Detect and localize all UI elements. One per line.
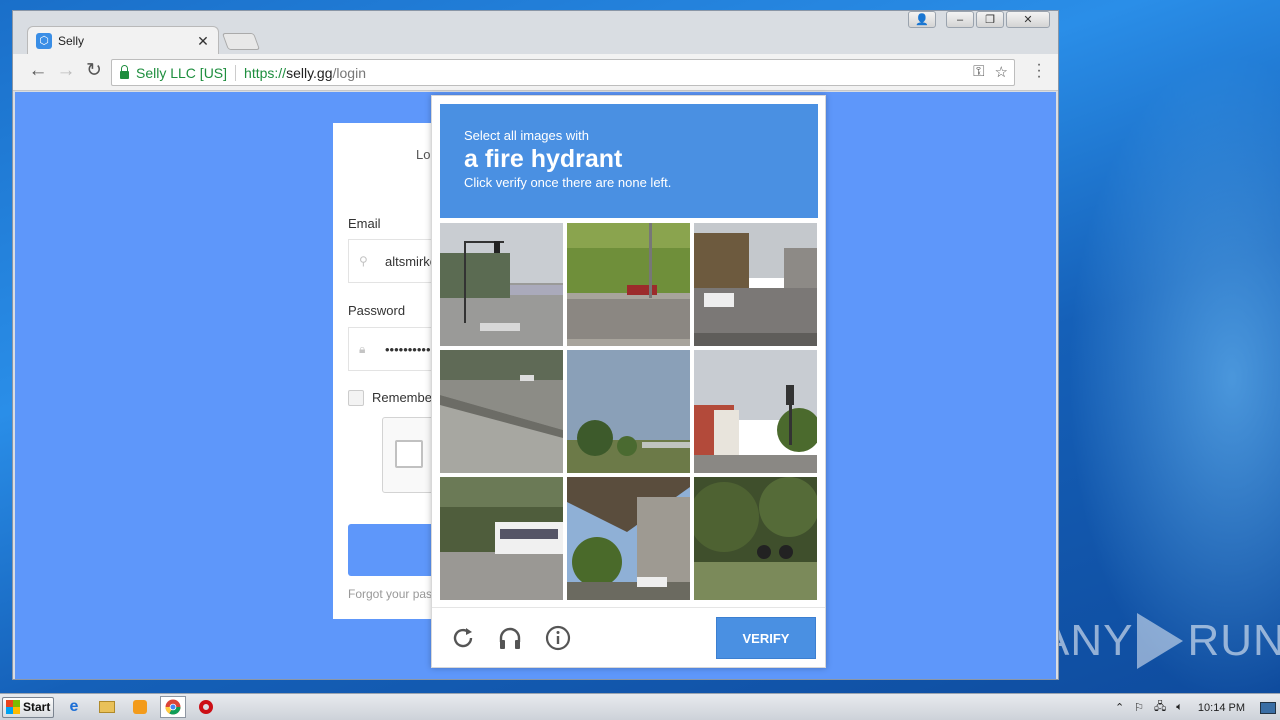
network-icon[interactable]: 🖧 [1154,698,1166,717]
back-arrow-icon[interactable]: ← [25,59,51,85]
tab-close-icon[interactable]: ✕ [196,33,210,50]
restore-button[interactable]: ❐ [976,11,1004,28]
tab-strip: ⬡ Selly ✕ 👤 – ❐ ✕ [13,11,1058,55]
tab-title: Selly [58,34,85,48]
image-tile-5[interactable] [567,350,690,473]
user-icon: ⚲ [359,254,368,268]
new-tab-button[interactable] [221,33,261,50]
password-value: •••••••••• [385,341,431,357]
omnibox-actions: ⚿ ☆ [973,63,1008,81]
challenge-prompt: Select all images with a fire hydrant Cl… [440,104,818,218]
info-icon[interactable] [544,624,572,652]
windows-logo-icon [6,700,20,714]
image-tile-6[interactable] [694,350,817,473]
lock-icon [120,64,129,79]
watermark-right: RUN [1187,616,1280,665]
url-scheme: https:// [244,64,287,81]
address-bar[interactable]: Selly LLC [US] https:// selly.gg /login … [111,59,1015,86]
desktop-wallpaper [1040,0,1280,690]
opera-icon[interactable] [193,696,219,718]
captcha-checkbox[interactable] [395,440,423,468]
window-controls: 👤 – ❐ ✕ [908,11,1050,28]
image-tile-8[interactable] [567,477,690,600]
prompt-instruction: Select all images with [464,128,589,143]
prompt-hint: Click verify once there are none left. [464,175,672,190]
padlock-icon: 🔒︎ [359,342,366,356]
system-tray: ⌃ ⚐ 🖧 🔈︎ 10:14 PM [1110,694,1280,720]
image-tile-1[interactable] [440,223,563,346]
refresh-icon[interactable] [449,624,477,652]
image-tile-9[interactable] [694,477,817,600]
image-grid [440,223,818,600]
start-label: Start [23,700,51,714]
footer-divider [432,607,825,608]
forgot-password-link[interactable]: Forgot your pas [348,587,432,601]
volume-icon[interactable]: 🔈︎ [1176,701,1183,714]
chrome-taskbar-icon[interactable] [160,696,186,718]
close-window-button[interactable]: ✕ [1006,11,1050,28]
image-tile-2[interactable] [567,223,690,346]
taskbar: Start e ⌃ ⚐ 🖧 🔈︎ 10:14 PM [0,693,1280,720]
prompt-target: a fire hydrant [464,145,623,173]
image-tile-3[interactable] [694,223,817,346]
file-explorer-icon[interactable] [94,696,120,718]
browser-toolbar: ← → ↻ Selly LLC [US] https:// selly.gg /… [13,54,1058,91]
secure-label: Selly LLC [US] [136,64,228,81]
media-player-icon[interactable] [127,696,153,718]
remember-checkbox[interactable] [348,390,364,406]
action-center-flag-icon[interactable]: ⚐ [1134,701,1144,714]
tray-expand-icon[interactable]: ⌃ [1115,701,1124,714]
profile-icon[interactable]: 👤 [908,11,936,28]
verify-button[interactable]: VERIFY [716,617,816,659]
anyrun-watermark: ANY RUN [1040,608,1280,674]
menu-dots-icon[interactable]: · · · [1034,57,1044,85]
internet-explorer-icon[interactable]: e [61,696,87,718]
image-tile-4[interactable] [440,350,563,473]
reload-icon[interactable]: ↻ [81,59,107,85]
start-button[interactable]: Start [2,696,54,718]
email-value: altsmirkc [385,253,437,269]
url-path: /login [332,64,366,81]
audio-challenge-icon[interactable] [496,624,524,652]
address-divider [235,64,237,81]
minimize-button[interactable]: – [946,11,974,28]
clock[interactable]: 10:14 PM [1198,702,1245,714]
show-desktop-button[interactable] [1260,701,1276,714]
email-label: Email [348,216,381,231]
selly-favicon-icon: ⬡ [36,33,52,49]
url-host: selly.gg [286,64,333,81]
remember-label: Remember [372,390,437,405]
password-label: Password [348,303,406,318]
tab-selly[interactable]: ⬡ Selly ✕ [27,26,219,55]
key-icon[interactable]: ⚿ [973,63,984,81]
play-logo-icon [1137,613,1184,669]
forward-arrow-icon[interactable]: → [53,59,79,85]
bookmark-star-icon[interactable]: ☆ [995,63,1008,81]
captcha-challenge: Select all images with a fire hydrant Cl… [431,95,826,668]
image-tile-7[interactable] [440,477,563,600]
